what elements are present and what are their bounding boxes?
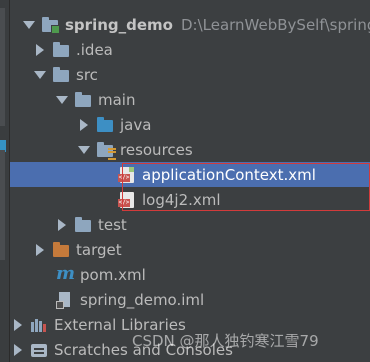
chevron-right-icon[interactable]: [56, 212, 68, 237]
tree-row-target[interactable]: target: [10, 237, 370, 262]
tree-row-iml[interactable]: spring_demo.iml: [10, 287, 370, 312]
libraries-icon: [30, 316, 48, 334]
chevron-right-icon[interactable]: [34, 37, 46, 62]
folder-icon: [74, 216, 92, 234]
project-tab-label[interactable]: [0, 8, 5, 126]
tool-window-stripe[interactable]: [0, 0, 10, 362]
chevron-right-icon[interactable]: [12, 337, 24, 362]
chevron-down-icon[interactable]: [34, 62, 46, 87]
tree-row-src[interactable]: src: [10, 62, 370, 87]
root-path: D:\LearnWebBySelf\spring_c: [180, 15, 370, 34]
tree-row-pom[interactable]: m pom.xml: [10, 262, 370, 287]
tree-item-label: applicationContext.xml: [142, 165, 316, 184]
scratches-icon: [30, 341, 48, 359]
chevron-down-icon[interactable]: [56, 87, 68, 112]
folder-icon: [52, 41, 70, 59]
tree-row-main[interactable]: main: [10, 87, 370, 112]
folder-icon: [74, 91, 92, 109]
excluded-folder-icon: [52, 241, 70, 259]
tree-row-log4j2[interactable]: </> log4j2.xml: [10, 187, 370, 212]
tree-item-label: resources: [120, 140, 193, 159]
root-label: spring_demo: [65, 15, 173, 34]
source-folder-icon: [96, 116, 114, 134]
tree-item-label: src: [76, 65, 98, 84]
chevron-right-icon[interactable]: [34, 237, 46, 262]
tree-item-label: spring_demo.iml: [80, 290, 205, 309]
tree-item-label: main: [98, 90, 136, 109]
structure-tab-label[interactable]: [0, 150, 5, 260]
watermark: CSDN @那人独钓寒江雪79: [132, 332, 319, 350]
module-file-icon: [56, 291, 74, 309]
resources-folder-icon: [96, 141, 116, 160]
module-folder-icon: [41, 16, 60, 34]
tree-row-resources[interactable]: resources: [10, 137, 370, 162]
spring-xml-file-icon: </>: [118, 166, 136, 184]
project-tree[interactable]: spring_demo D:\LearnWebBySelf\spring_c .…: [10, 0, 370, 362]
tree-item-label: .idea: [76, 40, 113, 59]
tree-row-java[interactable]: java: [10, 112, 370, 137]
chevron-down-icon[interactable]: [23, 12, 35, 37]
chevron-right-icon[interactable]: [78, 112, 90, 137]
xml-file-icon: </>: [118, 191, 136, 209]
tree-item-label: log4j2.xml: [142, 190, 221, 209]
tree-item-label: target: [76, 240, 122, 259]
tree-row-application-context[interactable]: </> applicationContext.xml: [10, 162, 370, 187]
maven-pom-icon: m: [56, 262, 76, 284]
tree-row-test[interactable]: test: [10, 212, 370, 237]
tree-row-spring-demo[interactable]: spring_demo D:\LearnWebBySelf\spring_c: [10, 12, 370, 37]
chevron-down-icon[interactable]: [78, 137, 90, 162]
chevron-right-icon[interactable]: [12, 312, 24, 337]
tree-row-idea[interactable]: .idea: [10, 37, 370, 62]
tree-item-label: java: [120, 115, 152, 134]
tree-item-label: test: [98, 215, 127, 234]
tree-item-label: pom.xml: [80, 265, 146, 284]
folder-icon: [52, 66, 70, 84]
